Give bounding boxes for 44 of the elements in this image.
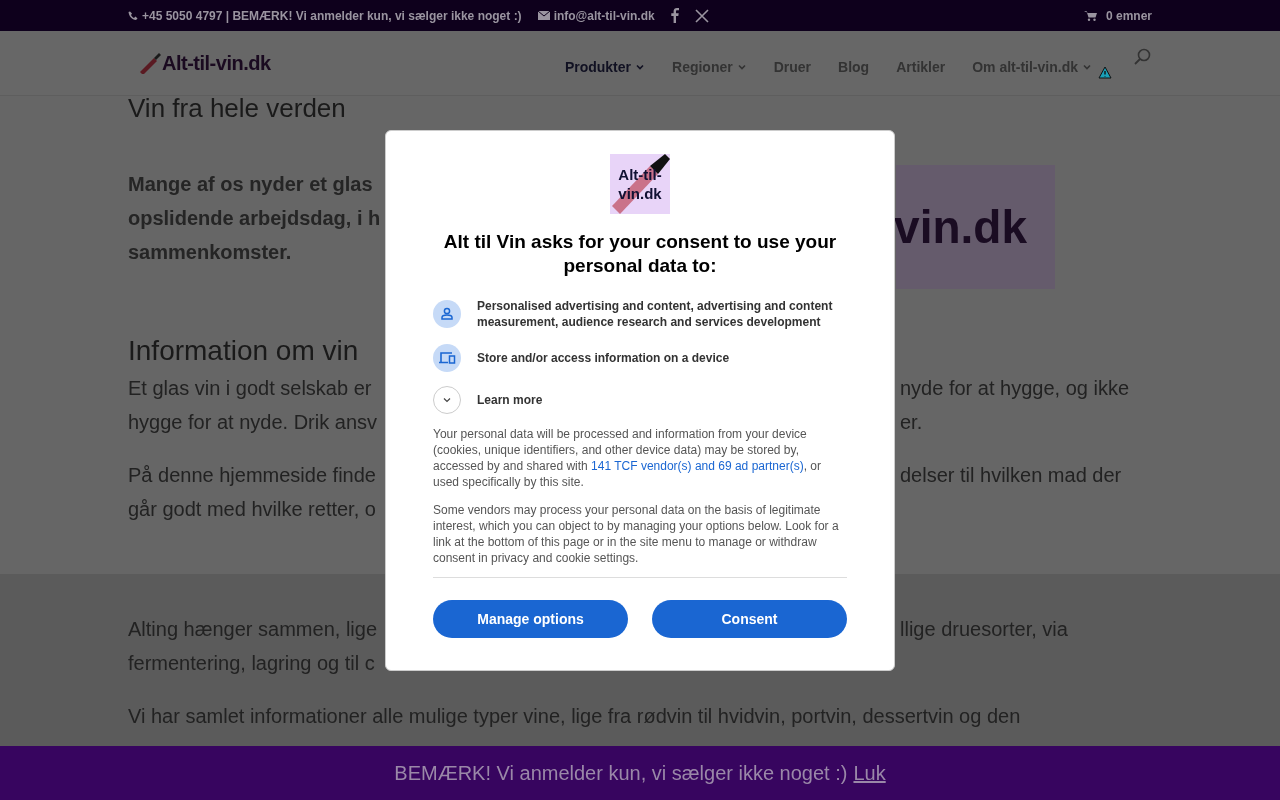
nav-link[interactable]: Produkter	[564, 56, 645, 78]
phone-icon	[128, 10, 138, 21]
intro-text: opslidende arbejdsdag, i h	[128, 206, 382, 231]
body-text: llige druesorter, via	[900, 618, 1068, 640]
body-text: er.	[900, 411, 923, 433]
dialog-title: Alt til Vin asks for your consent to use your personal data to:	[442, 230, 838, 278]
body-text: Alting hænger sammen, lige	[128, 618, 377, 640]
body-text: Vi har samlet informationer alle mulige typer vine, lige fra rødvin til hvidvin, portvin, dessertvin og den	[128, 704, 1022, 729]
close-link[interactable]: Luk	[853, 758, 886, 788]
purpose-text: Personalised advertising and content, advertising and content measurement, audience research and services development	[477, 298, 834, 330]
dialog-logo: Alt-til-vin.dk	[610, 154, 670, 214]
intro-text: Mange af os nyder et glas	[128, 172, 374, 197]
facebook-icon[interactable]	[670, 8, 679, 23]
x-icon[interactable]	[694, 8, 709, 23]
devices-icon	[433, 344, 461, 372]
logo-image-text: vin.dk	[894, 200, 1027, 255]
consent-button[interactable]: Consent	[652, 600, 847, 638]
phone-notice: +45 5050 4797 | BEMÆRK! Vi anmelder kun, vi sælger ikke noget :)	[142, 7, 522, 25]
body-text: hygge for at nyde. Drik ansv	[128, 411, 377, 433]
cart-link[interactable]: 0 emner	[1105, 6, 1152, 25]
purpose-text: Store and/or access information on a device	[477, 350, 730, 366]
chevron-icon	[442, 395, 452, 405]
dialog-paragraph: Some vendors may process your personal data on the basis of legitimate interest, which you can object to by managing your options below. Look for a link at the bottom of this page or in the site menu to manage or withdraw consent in privacy and cookie settings.	[433, 502, 840, 566]
warning-icon	[1098, 65, 1112, 79]
dialog-paragraph: Your personal data will be processed and information from your device (cookies, unique identifiers, and other device data) may be stored by, accessed by and shared with 141 TCF vendor(s) and 69 ad partner(s), or used specifically by this site.	[433, 426, 822, 490]
bottle-icon	[138, 52, 162, 74]
notice-text: BEMÆRK! Vi anmelder kun, vi sælger ikke noget :)	[394, 761, 848, 786]
body-text: går godt med hvilke retter, o	[128, 498, 376, 520]
body-text: Et glas vin i godt selskab er	[128, 377, 372, 399]
manage-options-button[interactable]: Manage options	[433, 600, 628, 638]
mail-icon	[537, 11, 550, 20]
body-text: fermentering, lagring og til c	[128, 652, 375, 674]
section-heading: Information om vin	[128, 335, 359, 367]
intro-text: sammenkomster.	[128, 240, 293, 265]
page-heading: Vin fra hele verden	[128, 95, 347, 121]
email-link[interactable]: info@alt-til-vin.dk	[553, 6, 655, 25]
body-text: delser til hvilken mad der	[900, 464, 1122, 486]
person-icon	[433, 300, 461, 328]
vendors-link[interactable]: 141 TCF vendor(s) and 69 ad partner(s)	[591, 459, 804, 473]
cart-icon[interactable]	[1083, 10, 1097, 21]
purpose-text[interactable]: Learn more	[477, 392, 543, 408]
site-logo[interactable]: Alt-til-vin.dk	[162, 48, 271, 78]
body-text: nyde for at hygge, og ikke	[900, 377, 1130, 399]
body-text: På denne hjemmeside finde	[128, 464, 376, 486]
